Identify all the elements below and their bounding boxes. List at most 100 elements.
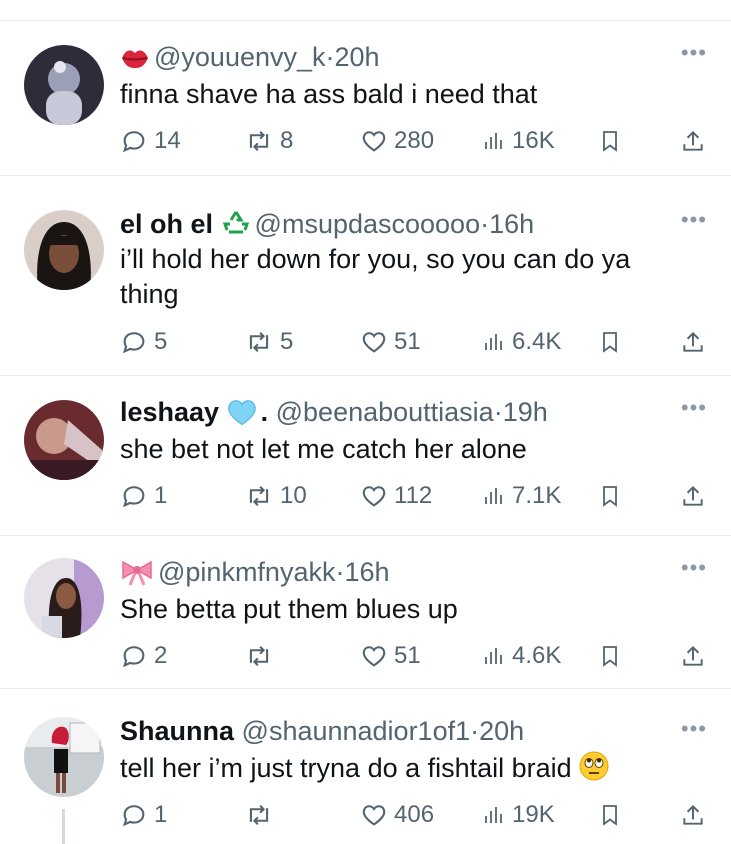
user-handle[interactable]: @pinkmfnyakk bbox=[158, 557, 335, 587]
share-button[interactable] bbox=[680, 800, 712, 830]
heart-icon bbox=[362, 131, 386, 152]
bookmark-button[interactable] bbox=[598, 126, 628, 156]
share-icon bbox=[683, 645, 703, 666]
avatar[interactable] bbox=[24, 45, 104, 125]
reply-count: 1 bbox=[154, 482, 168, 509]
avatar[interactable] bbox=[24, 558, 104, 638]
more-options-icon[interactable]: ••• bbox=[681, 718, 707, 740]
reply-count: 1 bbox=[154, 801, 168, 828]
reply-feed: @youuenvy_k·20h ••• finna shave ha ass b… bbox=[0, 0, 731, 844]
tweet[interactable]: el oh el @msupdascooooo·16h ••• i’ll hol… bbox=[0, 175, 731, 375]
avatar[interactable] bbox=[24, 400, 104, 480]
repost-button[interactable]: 5 bbox=[244, 327, 293, 357]
repost-icon bbox=[249, 131, 269, 151]
avatar[interactable] bbox=[24, 210, 104, 290]
tweet-text: She betta put them blues up bbox=[120, 594, 458, 624]
views-button[interactable]: 4.6K bbox=[482, 641, 561, 671]
repost-button[interactable]: 8 bbox=[244, 126, 293, 156]
like-button[interactable]: 280 bbox=[360, 126, 434, 156]
bookmark-button[interactable] bbox=[598, 800, 628, 830]
share-icon bbox=[683, 130, 703, 151]
user-handle[interactable]: @shaunnadior1of1 bbox=[242, 716, 471, 746]
views-icon bbox=[485, 807, 502, 823]
views-button[interactable]: 16K bbox=[482, 126, 555, 156]
bookmark-button[interactable] bbox=[598, 327, 628, 357]
timestamp[interactable]: 16h bbox=[489, 209, 534, 239]
views-icon bbox=[485, 648, 502, 664]
share-button[interactable] bbox=[680, 641, 712, 671]
repost-button[interactable] bbox=[244, 800, 280, 830]
display-name[interactable]: Shaunna bbox=[120, 716, 234, 746]
more-options-icon[interactable]: ••• bbox=[681, 397, 707, 419]
like-button[interactable]: 406 bbox=[360, 800, 434, 830]
more-options-icon[interactable]: ••• bbox=[681, 209, 707, 231]
thread-line bbox=[62, 809, 65, 844]
tweet[interactable]: Shaunna @shaunnadior1of1·20h ••• tell he… bbox=[0, 688, 731, 844]
views-button[interactable]: 6.4K bbox=[482, 327, 561, 357]
reply-button[interactable]: 2 bbox=[120, 641, 167, 671]
action-bar: 2 51 4.6K bbox=[120, 641, 710, 671]
action-bar: 5 5 51 6.4K bbox=[120, 327, 710, 357]
view-count: 16K bbox=[512, 127, 555, 154]
display-name[interactable]: el oh el bbox=[120, 209, 213, 239]
action-bar: 14 8 280 16K bbox=[120, 126, 710, 156]
like-count: 112 bbox=[394, 482, 433, 509]
bookmark-icon bbox=[603, 131, 617, 152]
display-name[interactable]: leshaay bbox=[120, 397, 219, 427]
reply-count: 2 bbox=[154, 642, 168, 669]
heart-icon bbox=[362, 805, 386, 826]
timestamp[interactable]: 20h bbox=[479, 716, 524, 746]
like-count: 51 bbox=[394, 642, 421, 669]
avatar[interactable] bbox=[24, 717, 104, 797]
separator: · bbox=[480, 209, 490, 239]
reply-icon bbox=[123, 131, 145, 153]
share-button[interactable] bbox=[680, 126, 712, 156]
lips-icon bbox=[120, 45, 150, 78]
like-button[interactable]: 51 bbox=[360, 327, 421, 357]
like-button[interactable]: 112 bbox=[360, 481, 432, 511]
views-icon bbox=[485, 334, 502, 350]
reply-button[interactable]: 5 bbox=[120, 327, 167, 357]
heart-icon bbox=[362, 486, 386, 507]
more-options-icon[interactable]: ••• bbox=[681, 42, 707, 64]
repost-button[interactable]: 10 bbox=[244, 481, 307, 511]
more-options-icon[interactable]: ••• bbox=[681, 557, 707, 579]
tweet[interactable]: @youuenvy_k·20h ••• finna shave ha ass b… bbox=[0, 20, 731, 175]
user-handle[interactable]: @msupdascooooo bbox=[255, 209, 481, 239]
heart-icon bbox=[362, 646, 386, 667]
user-handle[interactable]: @beenabouttiasia bbox=[276, 397, 494, 427]
bookmark-button[interactable] bbox=[598, 481, 628, 511]
tweet-text: finna shave ha ass bald i need that bbox=[120, 79, 538, 109]
tweet-text: she bet not let me catch her alone bbox=[120, 434, 527, 464]
views-icon bbox=[485, 133, 502, 149]
separator: · bbox=[325, 42, 335, 72]
bookmark-icon bbox=[603, 805, 617, 826]
tweet-text: i’ll hold her down for you, so you can d… bbox=[120, 244, 631, 309]
reply-icon bbox=[123, 332, 145, 354]
user-handle[interactable]: @youuenvy_k bbox=[154, 42, 326, 72]
like-count: 406 bbox=[394, 801, 435, 828]
reply-count: 5 bbox=[154, 328, 168, 355]
repost-button[interactable] bbox=[244, 641, 280, 671]
recycle-icon bbox=[220, 208, 251, 245]
tweet-text: tell her i’m just tryna do a fishtail br… bbox=[120, 751, 671, 790]
share-button[interactable] bbox=[680, 481, 712, 511]
light-blue-heart-icon bbox=[227, 398, 257, 433]
like-button[interactable]: 51 bbox=[360, 641, 421, 671]
reply-button[interactable]: 1 bbox=[120, 481, 167, 511]
tweet-header: @pinkmfnyakk·16h bbox=[120, 556, 651, 593]
timestamp[interactable]: 19h bbox=[503, 397, 548, 427]
reply-icon bbox=[123, 646, 145, 668]
timestamp[interactable]: 20h bbox=[335, 42, 380, 72]
timestamp[interactable]: 16h bbox=[344, 557, 389, 587]
views-icon bbox=[485, 488, 502, 504]
tweet[interactable]: leshaay . @beenabouttiasia·19h ••• she b… bbox=[0, 375, 731, 535]
views-button[interactable]: 19K bbox=[482, 800, 555, 830]
tweet[interactable]: @pinkmfnyakk·16h ••• She betta put them … bbox=[0, 535, 731, 688]
reply-button[interactable]: 1 bbox=[120, 800, 167, 830]
reply-button[interactable]: 14 bbox=[120, 126, 181, 156]
repost-icon bbox=[249, 805, 269, 825]
views-button[interactable]: 7.1K bbox=[482, 481, 561, 511]
share-button[interactable] bbox=[680, 327, 712, 357]
bookmark-button[interactable] bbox=[598, 641, 628, 671]
